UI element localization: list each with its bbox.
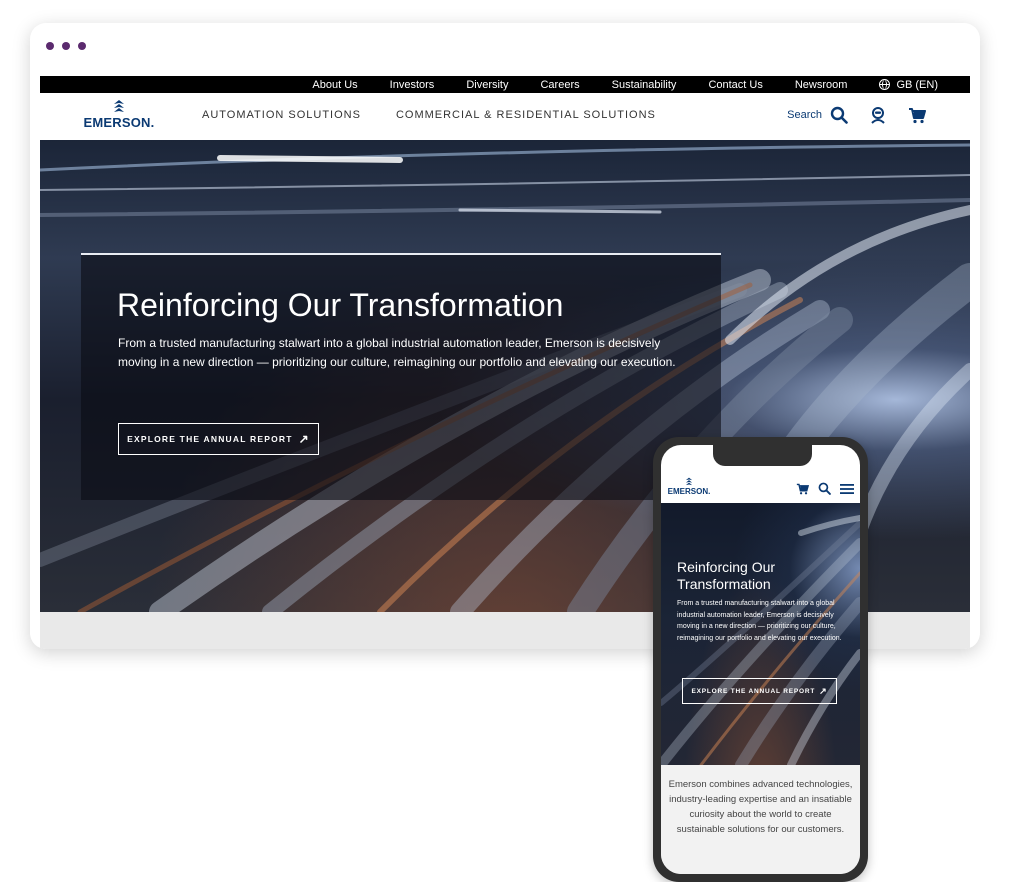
region-selector[interactable]: GB (EN) — [879, 78, 938, 91]
utility-link-diversity[interactable]: Diversity — [466, 79, 508, 91]
utility-link-careers[interactable]: Careers — [540, 79, 579, 91]
cart-icon[interactable] — [796, 482, 810, 500]
mobile-logo-text: EMERSON. — [667, 487, 711, 496]
utility-link-contact[interactable]: Contact Us — [708, 79, 762, 91]
logo-text: EMERSON. — [83, 115, 155, 130]
mobile-header: EMERSON. — [661, 475, 860, 503]
search-icon[interactable] — [830, 106, 848, 124]
mobile-cta-label: EXPLORE THE ANNUAL REPORT — [691, 687, 816, 695]
mobile-screen: EMERSON. Reinforcing Our Transformation … — [661, 445, 860, 874]
main-header: EMERSON. AUTOMATION SOLUTIONS COMMERCIAL… — [40, 93, 970, 140]
region-label: GB (EN) — [896, 78, 938, 91]
header-actions: Search — [787, 106, 926, 124]
utility-link-investors[interactable]: Investors — [390, 79, 435, 91]
window-dot[interactable] — [78, 42, 86, 50]
window-dot[interactable] — [46, 42, 54, 50]
explore-annual-report-button[interactable]: EXPLORE THE ANNUAL REPORT ↗ — [118, 423, 319, 455]
external-arrow-icon: ↗ — [819, 685, 828, 696]
mobile-header-actions — [796, 482, 854, 500]
nav-commercial-residential-solutions[interactable]: COMMERCIAL & RESIDENTIAL SOLUTIONS — [396, 109, 656, 121]
globe-icon — [879, 78, 891, 90]
mobile-hero: Reinforcing Our Transformation From a tr… — [661, 503, 860, 765]
hero-description: From a trusted manufacturing stalwart in… — [118, 336, 676, 369]
hero-content-panel: Reinforcing Our Transformation From a tr… — [81, 253, 721, 500]
utility-link-sustainability[interactable]: Sustainability — [612, 79, 677, 91]
user-icon[interactable] — [870, 106, 886, 124]
window-controls — [46, 42, 86, 50]
emerson-logo-mark-icon — [685, 477, 693, 486]
menu-icon[interactable] — [840, 482, 854, 500]
emerson-logo-mark-icon — [114, 100, 124, 112]
utility-link-newsroom[interactable]: Newsroom — [795, 79, 848, 91]
mobile-about-text: Emerson combines advanced technologies, … — [668, 779, 853, 835]
mobile-hero-description: From a trusted manufacturing stalwart in… — [677, 600, 842, 642]
mobile-explore-annual-report-button[interactable]: EXPLORE THE ANNUAL REPORT ↗ — [682, 678, 837, 704]
utility-link-about[interactable]: About Us — [312, 79, 357, 91]
hero-title: Reinforcing Our Transformation — [117, 287, 564, 323]
mobile-device: EMERSON. Reinforcing Our Transformation … — [653, 437, 868, 882]
nav-automation-solutions[interactable]: AUTOMATION SOLUTIONS — [202, 109, 361, 121]
primary-nav: AUTOMATION SOLUTIONS COMMERCIAL & RESIDE… — [202, 109, 656, 121]
mobile-hero-title: Reinforcing Our Transformation — [677, 559, 776, 592]
utility-nav: About Us Investors Diversity Careers Sus… — [40, 76, 970, 93]
mobile-emerson-logo[interactable]: EMERSON. — [667, 477, 711, 496]
cart-icon[interactable] — [908, 107, 926, 124]
external-arrow-icon: ↗ — [298, 432, 310, 446]
phone-notch — [713, 445, 812, 466]
window-dot[interactable] — [62, 42, 70, 50]
emerson-logo[interactable]: EMERSON. — [81, 99, 157, 130]
mobile-about-section: Emerson combines advanced technologies, … — [661, 765, 860, 874]
cta-label: EXPLORE THE ANNUAL REPORT — [127, 434, 293, 444]
search-icon[interactable] — [818, 482, 831, 500]
search-label[interactable]: Search — [787, 109, 822, 121]
